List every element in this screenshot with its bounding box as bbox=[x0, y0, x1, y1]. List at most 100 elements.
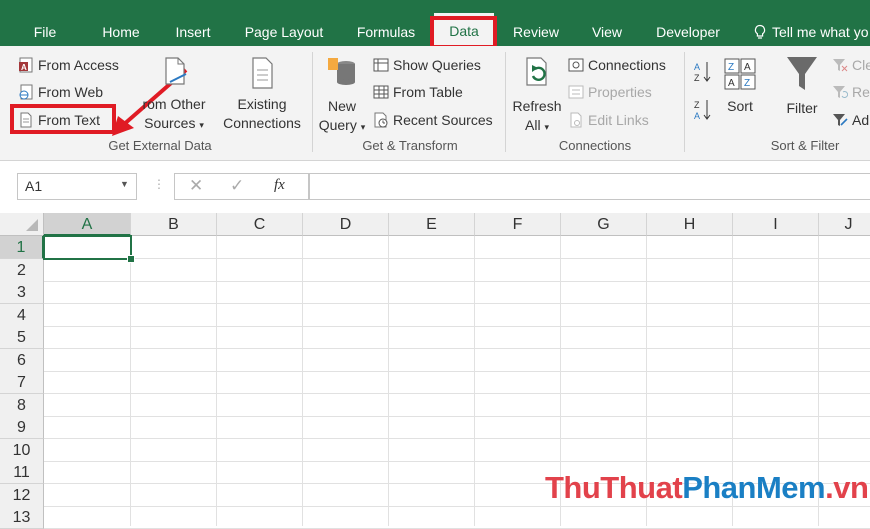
fill-handle[interactable] bbox=[127, 255, 135, 263]
column-header-d[interactable]: D bbox=[303, 213, 389, 236]
advanced-filter-icon bbox=[833, 114, 848, 126]
filter-label: Filter bbox=[786, 100, 818, 116]
row-header-11[interactable]: 11 bbox=[0, 461, 44, 484]
name-box-value: A1 bbox=[25, 178, 43, 194]
column-header-j[interactable]: J bbox=[819, 213, 870, 236]
row-header-7[interactable]: 7 bbox=[0, 371, 44, 394]
advanced-filter-button[interactable]: Ad bbox=[832, 112, 869, 128]
tab-insert[interactable]: Insert bbox=[163, 14, 223, 46]
properties-label: Properties bbox=[588, 84, 652, 100]
row-header-6[interactable]: 6 bbox=[0, 348, 44, 372]
filter-funnel-icon bbox=[787, 57, 817, 90]
edit-links-label: Edit Links bbox=[588, 112, 649, 128]
watermark-part-1: ThuThuat bbox=[545, 470, 683, 505]
column-header-g[interactable]: G bbox=[561, 213, 647, 236]
group-label-get-transform: Get & Transform bbox=[362, 138, 458, 153]
svg-text:A: A bbox=[744, 62, 751, 73]
all-label: All bbox=[525, 117, 541, 133]
tab-data[interactable]: Data bbox=[434, 13, 494, 46]
cancel-icon[interactable]: ✕ bbox=[189, 176, 203, 196]
tab-developer[interactable]: Developer bbox=[648, 14, 728, 46]
select-all-corner[interactable] bbox=[0, 213, 44, 236]
watermark-part-3: .vn bbox=[825, 470, 869, 505]
reapply-label: Re bbox=[852, 84, 870, 100]
row-header-12[interactable]: 12 bbox=[0, 483, 44, 507]
formula-input[interactable] bbox=[309, 173, 870, 200]
tab-home[interactable]: Home bbox=[90, 14, 152, 46]
from-web-button[interactable]: From Web bbox=[18, 84, 103, 100]
svg-text:A: A bbox=[694, 111, 700, 121]
web-icon bbox=[19, 84, 33, 100]
text-file-icon bbox=[20, 112, 32, 128]
properties-button[interactable]: Properties bbox=[568, 84, 652, 100]
recent-sources-button[interactable]: Recent Sources bbox=[373, 112, 493, 128]
name-box-dropdown-icon[interactable]: ▼ bbox=[120, 179, 129, 189]
from-other-label: rom Other bbox=[142, 96, 206, 112]
row-gridline bbox=[44, 415, 870, 417]
reapply-button[interactable]: Re bbox=[832, 84, 870, 100]
from-table-button[interactable]: From Table bbox=[373, 84, 463, 100]
new-query-button[interactable]: New Query ▾ bbox=[316, 54, 368, 137]
active-cell-a1[interactable] bbox=[43, 235, 132, 260]
tab-page-layout[interactable]: Page Layout bbox=[235, 14, 333, 46]
refresh-all-button[interactable]: Refresh All ▾ bbox=[510, 54, 564, 137]
row-gridline bbox=[44, 280, 870, 282]
insert-function-button[interactable]: fx bbox=[274, 177, 285, 194]
clear-filter-button[interactable]: Cle bbox=[832, 57, 870, 73]
clear-label: Cle bbox=[852, 57, 870, 73]
sort-z-to-a-button[interactable]: ZA bbox=[694, 98, 712, 125]
row-header-10[interactable]: 10 bbox=[0, 438, 44, 462]
connections-icon bbox=[568, 58, 584, 72]
access-icon: A bbox=[19, 57, 33, 73]
column-header-c[interactable]: C bbox=[217, 213, 303, 236]
row-header-8[interactable]: 8 bbox=[0, 393, 44, 417]
row-header-4[interactable]: 4 bbox=[0, 303, 44, 327]
column-header-a[interactable]: A bbox=[44, 213, 131, 236]
sort-button[interactable]: ZAAZ Sort bbox=[718, 56, 762, 116]
svg-text:Z: Z bbox=[744, 78, 750, 89]
row-header-2[interactable]: 2 bbox=[0, 258, 44, 282]
properties-icon bbox=[568, 85, 584, 99]
existing-label: Existing bbox=[237, 96, 287, 112]
from-other-sources-button[interactable]: rom Other Sources ▾ bbox=[134, 56, 214, 135]
connections-button[interactable]: Connections bbox=[568, 57, 666, 73]
row-header-1[interactable]: 1 bbox=[0, 236, 44, 259]
column-header-f[interactable]: F bbox=[475, 213, 561, 236]
row-header-3[interactable]: 3 bbox=[0, 281, 44, 304]
table-icon bbox=[373, 85, 389, 99]
from-text-button[interactable]: From Text bbox=[18, 112, 100, 128]
new-query-icon bbox=[328, 58, 355, 85]
svg-text:Z: Z bbox=[694, 73, 700, 83]
advanced-label: Ad bbox=[852, 112, 870, 128]
column-header-i[interactable]: I bbox=[733, 213, 819, 236]
row-header-9[interactable]: 9 bbox=[0, 416, 44, 439]
tab-file[interactable]: File bbox=[20, 14, 70, 46]
filter-button[interactable]: Filter bbox=[780, 54, 824, 118]
existing-connections-button[interactable]: Existing Connections bbox=[220, 56, 304, 133]
column-header-h[interactable]: H bbox=[647, 213, 733, 236]
from-access-button[interactable]: A From Access bbox=[18, 57, 119, 73]
connections-label: Connections bbox=[588, 57, 666, 73]
edit-links-button[interactable]: Edit Links bbox=[568, 112, 649, 128]
sort-a-to-z-button[interactable]: AZ bbox=[694, 60, 712, 87]
dropdown-arrow-icon: ▾ bbox=[544, 122, 549, 132]
column-header-e[interactable]: E bbox=[389, 213, 475, 236]
ribbon-panel: A From Access From Web From Text rom Othe… bbox=[0, 46, 870, 161]
show-queries-button[interactable]: Show Queries bbox=[373, 57, 481, 73]
tab-view[interactable]: View bbox=[582, 14, 632, 46]
row-gridline bbox=[44, 348, 870, 349]
name-box[interactable]: A1 bbox=[17, 173, 137, 200]
row-gridline bbox=[44, 393, 870, 394]
tab-review[interactable]: Review bbox=[505, 14, 567, 46]
column-header-b[interactable]: B bbox=[131, 213, 217, 236]
group-label-connections: Connections bbox=[558, 138, 632, 153]
select-all-triangle-icon bbox=[26, 219, 38, 231]
group-separator bbox=[684, 52, 685, 152]
tab-formulas[interactable]: Formulas bbox=[346, 14, 426, 46]
row-header-5[interactable]: 5 bbox=[0, 326, 44, 349]
row-gridline bbox=[44, 460, 870, 462]
lightbulb-icon bbox=[754, 24, 766, 39]
enter-check-icon[interactable]: ✓ bbox=[230, 176, 244, 196]
row-header-13[interactable]: 13 bbox=[0, 506, 44, 529]
tell-me-search[interactable]: Tell me what yo bbox=[752, 14, 868, 46]
